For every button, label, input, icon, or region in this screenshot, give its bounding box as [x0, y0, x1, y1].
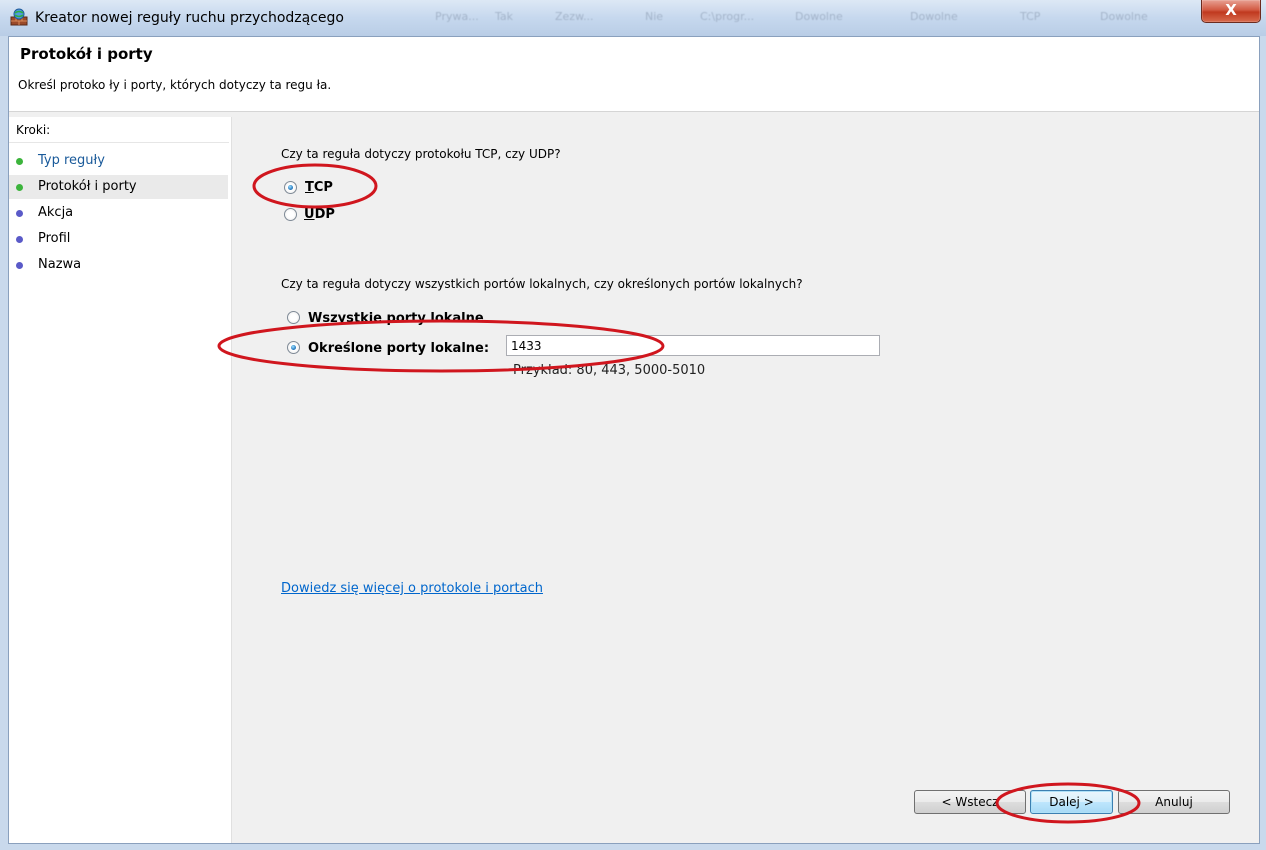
udp-radio[interactable]: [284, 208, 297, 221]
local-ports-input[interactable]: [506, 335, 880, 356]
status-dot-icon: [16, 236, 23, 243]
ports-question: Czy ta reguła dotyczy wszystkich portów …: [281, 277, 803, 291]
tcp-label[interactable]: TCP: [305, 180, 333, 195]
background-text: Dowolne: [910, 10, 958, 23]
tcp-radio[interactable]: [284, 181, 297, 194]
step-label: Typ reguły: [38, 153, 105, 168]
status-dot-icon: [16, 184, 23, 191]
title-bar: Prywa... Tak Zezw... Nie C:\progr... Dow…: [0, 0, 1266, 36]
background-text: Prywa...: [435, 10, 479, 23]
specific-ports-label[interactable]: Określone porty lokalne:: [308, 341, 489, 356]
close-button[interactable]: X: [1201, 0, 1261, 23]
steps-heading: Kroki:: [9, 117, 229, 143]
page-subtitle: Określ protoko ły i porty, których dotyc…: [18, 78, 332, 92]
step-rule-type[interactable]: Typ reguły: [9, 149, 228, 173]
step-name: Nazwa: [9, 253, 228, 277]
firewall-icon: [10, 8, 28, 26]
back-button[interactable]: < Wstecz: [914, 790, 1026, 814]
step-action: Akcja: [9, 201, 228, 225]
main-panel: Czy ta reguła dotyczy protokołu TCP, czy…: [233, 117, 1259, 843]
background-text: Nie: [645, 10, 664, 23]
step-profile: Profil: [9, 227, 228, 251]
step-label: Profil: [38, 231, 71, 246]
protocol-question: Czy ta reguła dotyczy protokołu TCP, czy…: [281, 147, 561, 161]
all-ports-label[interactable]: Wszystkie porty lokalne: [308, 311, 484, 326]
step-protocol-ports[interactable]: Protokół i porty: [9, 175, 228, 199]
window-title: Kreator nowej reguły ruchu przychodząceg…: [35, 10, 344, 26]
background-text: Dowolne: [795, 10, 843, 23]
wizard-window: Protokół i porty Określ protoko ły i por…: [8, 36, 1260, 844]
background-text: Zezw...: [555, 10, 594, 23]
step-label: Nazwa: [38, 257, 82, 272]
next-button[interactable]: Dalej >: [1030, 790, 1113, 814]
status-dot-icon: [16, 262, 23, 269]
page-header: Protokół i porty Określ protoko ły i por…: [9, 37, 1259, 112]
cancel-button[interactable]: Anuluj: [1118, 790, 1230, 814]
udp-label[interactable]: UDP: [304, 207, 335, 222]
status-dot-icon: [16, 158, 23, 165]
background-text: Tak: [495, 10, 514, 23]
step-label: Akcja: [38, 205, 74, 220]
page-title: Protokół i porty: [20, 45, 153, 63]
background-text: TCP: [1020, 10, 1041, 23]
status-dot-icon: [16, 210, 23, 217]
specific-ports-radio[interactable]: [287, 341, 300, 354]
learn-more-link[interactable]: Dowiedz się więcej o protokole i portach: [281, 581, 543, 596]
step-label: Protokół i porty: [38, 179, 137, 194]
all-ports-radio[interactable]: [287, 311, 300, 324]
background-window-columns: Prywa... Tak Zezw... Nie C:\progr... Dow…: [420, 10, 1196, 28]
steps-panel: Kroki: Typ reguły Protokół i porty Akcja…: [9, 117, 232, 843]
background-text: Dowolne: [1100, 10, 1148, 23]
background-text: C:\progr...: [700, 10, 755, 23]
ports-example: Przykład: 80, 443, 5000-5010: [513, 363, 706, 378]
